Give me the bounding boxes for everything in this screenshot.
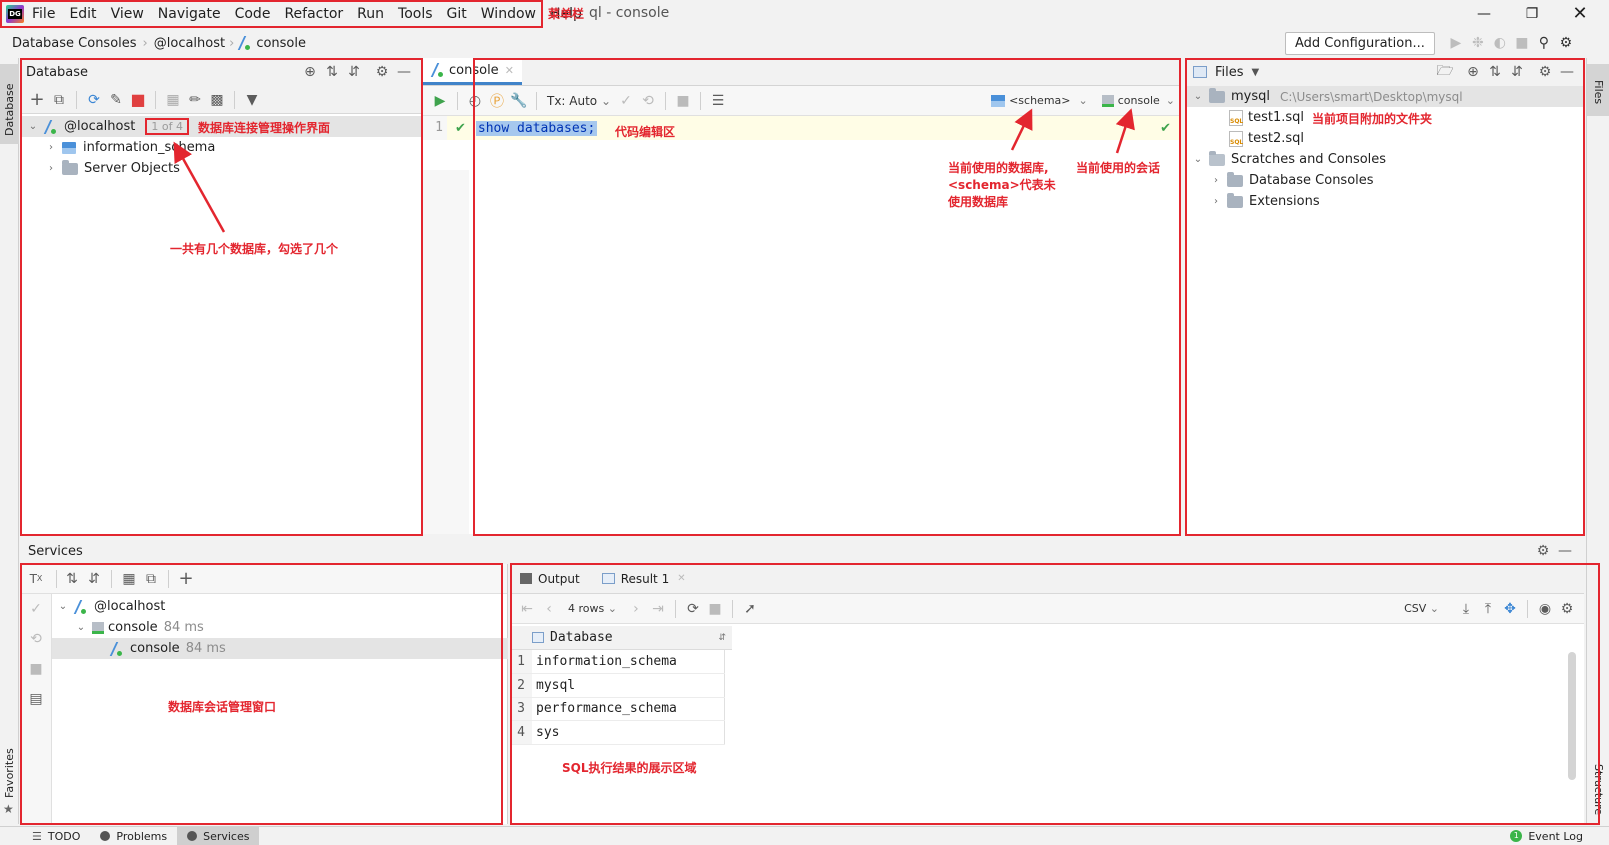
- annotation-arrows: [173, 108, 1135, 233]
- badge-arrow: [173, 141, 226, 233]
- session-arrow: [1115, 108, 1135, 154]
- schema-arrow: [1010, 108, 1033, 151]
